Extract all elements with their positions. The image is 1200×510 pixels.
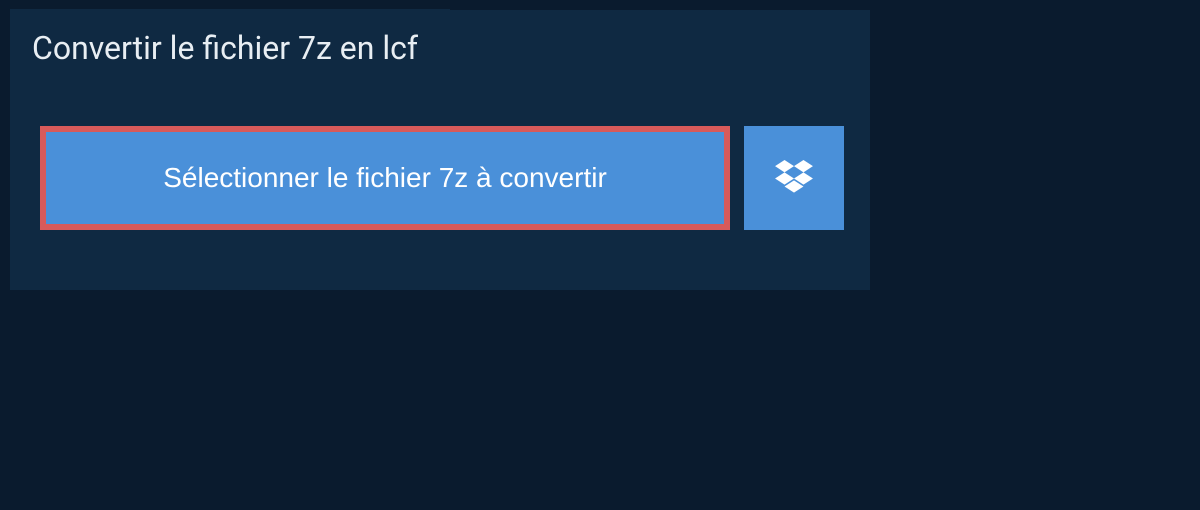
converter-panel: Convertir le fichier 7z en lcf Sélection… [10,10,870,290]
dropbox-button[interactable] [744,126,844,230]
dropbox-icon [775,160,813,196]
select-file-button[interactable]: Sélectionner le fichier 7z à convertir [40,126,730,230]
upload-area: Sélectionner le fichier 7z à convertir [10,88,870,268]
page-title: Convertir le fichier 7z en lcf [10,9,450,87]
select-file-label: Sélectionner le fichier 7z à convertir [163,162,607,194]
